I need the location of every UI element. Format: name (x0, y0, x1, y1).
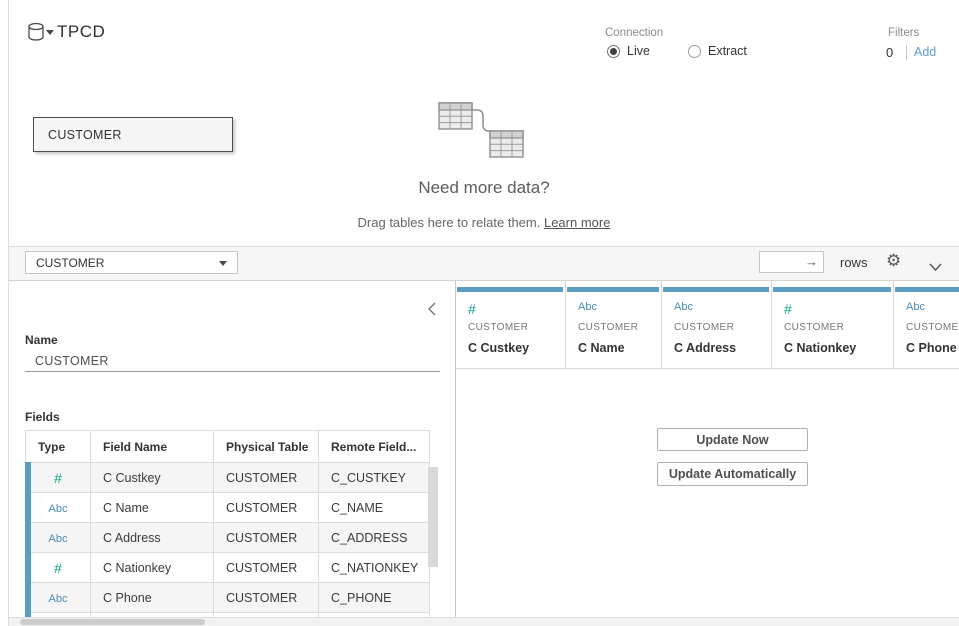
chevron-down-icon (219, 261, 227, 266)
left-pane-edge (8, 0, 9, 626)
physical-table-cell: CUSTOMER (214, 583, 319, 613)
remote-field-cell: C_NAME (319, 493, 430, 523)
table-selector-value: CUSTOMER (36, 256, 104, 270)
row-limit-input[interactable] (762, 252, 806, 272)
column-table-name: CUSTOMER (906, 322, 959, 333)
grid-column-c-phone[interactable]: Abc CUSTOMER C Phone (894, 281, 959, 369)
database-icon[interactable] (27, 22, 45, 47)
column-table-name: CUSTOMER (468, 322, 528, 333)
field-name-cell[interactable]: C Nationkey (91, 553, 214, 583)
table-selector-dropdown[interactable]: CUSTOMER (25, 251, 238, 274)
collapse-grid-chevron-icon[interactable] (929, 258, 942, 276)
connection-label: Connection (605, 27, 663, 39)
grid-column-c-address[interactable]: Abc CUSTOMER C Address (662, 281, 772, 369)
column-accent-strip (567, 287, 659, 292)
fields-vertical-scrollbar[interactable] (428, 467, 438, 567)
column-field-name: C Name (578, 341, 625, 355)
update-automatically-button[interactable]: Update Automatically (657, 462, 808, 486)
field-name-cell[interactable]: C Custkey (91, 463, 214, 493)
grid-column-c-nationkey[interactable]: # CUSTOMER C Nationkey (772, 281, 894, 369)
field-type-icon[interactable]: Abc (49, 533, 68, 545)
drag-hint-text: Drag tables here to relate them. (358, 215, 544, 230)
col-header-remote-field[interactable]: Remote Field... (319, 431, 430, 463)
column-table-name: CUSTOMER (674, 322, 734, 333)
row-limit-field[interactable]: → (759, 251, 824, 273)
column-field-name: C Address (674, 341, 736, 355)
radio-extract[interactable]: Extract (688, 44, 747, 58)
canvas-table-customer[interactable]: CUSTOMER (33, 117, 233, 152)
table-row[interactable]: # C Custkey CUSTOMER C_CUSTKEY (26, 463, 430, 493)
remote-field-cell: C_ADDRESS (319, 523, 430, 553)
field-type-icon[interactable]: # (54, 470, 62, 486)
fields-label: Fields (25, 410, 60, 424)
field-type-icon[interactable]: # (54, 560, 62, 576)
learn-more-link[interactable]: Learn more (544, 215, 610, 230)
column-accent-strip (457, 287, 563, 292)
field-type-icon: # (468, 301, 476, 317)
column-field-name: C Custkey (468, 341, 529, 355)
name-input-underline (25, 371, 440, 372)
filters-divider (906, 45, 907, 60)
remote-field-cell: C_PHONE (319, 583, 430, 613)
col-header-type[interactable]: Type (26, 431, 91, 463)
col-header-physical-table[interactable]: Physical Table (214, 431, 319, 463)
table-row[interactable]: Abc C Address CUSTOMER C_ADDRESS (26, 523, 430, 553)
field-type-icon[interactable]: Abc (49, 593, 68, 605)
field-type-icon: # (784, 301, 792, 317)
column-field-name: C Nationkey (784, 341, 856, 355)
col-header-field-name[interactable]: Field Name (91, 431, 214, 463)
gear-icon[interactable]: ⚙ (886, 251, 901, 271)
datasource-page: TPCD Connection Live Extract Filters 0 A… (0, 0, 959, 626)
horizontal-scrollbar-thumb[interactable] (20, 619, 205, 625)
field-type-icon: Abc (578, 301, 597, 313)
column-accent-strip (773, 287, 891, 292)
column-field-name: C Phone (906, 341, 957, 355)
grid-column-c-custkey[interactable]: # CUSTOMER C Custkey (456, 281, 566, 369)
field-type-icon: Abc (906, 301, 925, 313)
field-type-icon[interactable]: Abc (49, 503, 68, 515)
table-row[interactable]: Abc C Name CUSTOMER C_NAME (26, 493, 430, 523)
column-table-name: CUSTOMER (578, 322, 638, 333)
table-row[interactable]: Abc C Phone CUSTOMER C_PHONE (26, 583, 430, 613)
radio-extract-label: Extract (708, 44, 747, 58)
rows-label: rows (840, 255, 867, 270)
physical-table-cell: CUSTOMER (214, 493, 319, 523)
fields-table: Type Field Name Physical Table Remote Fi… (25, 430, 440, 626)
radio-extract-icon[interactable] (688, 45, 701, 58)
preview-grid-header: # CUSTOMER C Custkey Abc CUSTOMER C Name… (456, 281, 959, 369)
radio-live-icon[interactable] (607, 45, 620, 58)
filters-count: 0 (886, 45, 893, 60)
field-name-cell[interactable]: C Name (91, 493, 214, 523)
remote-field-cell: C_CUSTKEY (319, 463, 430, 493)
column-accent-strip (663, 287, 769, 292)
column-accent-strip (895, 287, 959, 292)
fields-rows-accent-strip (25, 462, 31, 620)
datasource-title[interactable]: TPCD (57, 22, 105, 42)
physical-table-cell: CUSTOMER (214, 523, 319, 553)
apply-row-limit-arrow-icon[interactable]: → (805, 254, 818, 269)
fields-header-row: Type Field Name Physical Table Remote Fi… (26, 431, 430, 463)
empty-state-title: Need more data? (9, 178, 959, 198)
radio-live[interactable]: Live (607, 44, 650, 58)
radio-live-label: Live (627, 44, 650, 58)
update-now-button[interactable]: Update Now (657, 428, 808, 451)
column-table-name: CUSTOMER (784, 322, 844, 333)
add-filter-link[interactable]: Add (914, 45, 936, 59)
database-dropdown-caret-icon[interactable] (46, 30, 54, 35)
collapse-panel-icon[interactable] (427, 302, 437, 321)
empty-state-subtitle: Drag tables here to relate them. Learn m… (9, 215, 959, 230)
relate-tables-illustration-icon (433, 96, 533, 167)
grid-column-c-name[interactable]: Abc CUSTOMER C Name (566, 281, 662, 369)
field-name-cell[interactable]: C Phone (91, 583, 214, 613)
filters-label: Filters (888, 27, 919, 39)
table-row[interactable]: # C Nationkey CUSTOMER C_NATIONKEY (26, 553, 430, 583)
field-type-icon: Abc (674, 301, 693, 313)
name-label: Name (25, 333, 58, 347)
remote-field-cell: C_NATIONKEY (319, 553, 430, 583)
physical-table-cell: CUSTOMER (214, 553, 319, 583)
name-input[interactable]: CUSTOMER (35, 354, 109, 368)
field-name-cell[interactable]: C Address (91, 523, 214, 553)
physical-table-cell: CUSTOMER (214, 463, 319, 493)
